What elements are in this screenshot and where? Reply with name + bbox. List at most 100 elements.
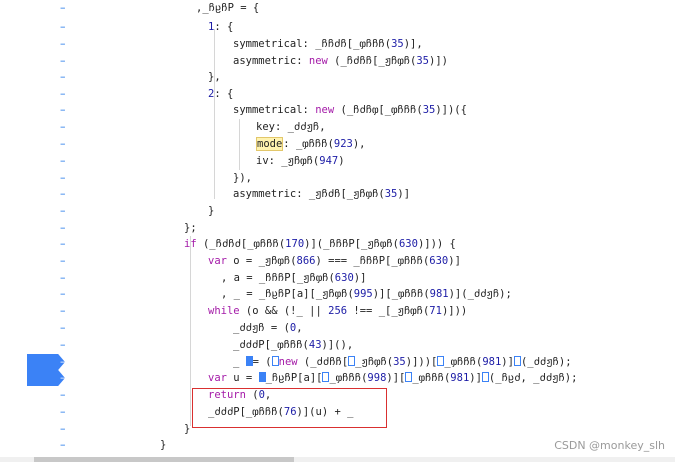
gutter-dash[interactable]: – bbox=[60, 119, 70, 135]
code-line[interactable]: – symmetrical: new (_ჩძჩჶ[_ჶჩჩჩ(35)])({ bbox=[0, 102, 675, 118]
code-token: (_ჩძჩჶ[_ჶჩჩჩ bbox=[334, 104, 417, 116]
keyword-token: var bbox=[208, 255, 227, 267]
number-token: 35 bbox=[393, 356, 406, 368]
number-token: 35 bbox=[391, 38, 404, 50]
breakpoint-marker[interactable]: – bbox=[27, 354, 65, 370]
gutter-dash[interactable]: – bbox=[60, 337, 70, 353]
code-token: )](_ძძჟჩ); bbox=[448, 288, 512, 300]
breakpoint-marker[interactable]: – bbox=[27, 370, 65, 386]
code-token: )](_ჩჩჩP[_ჟჩჶჩ bbox=[304, 238, 393, 250]
code-line[interactable]: –}, bbox=[0, 69, 675, 85]
code-line[interactable]: –}), bbox=[0, 170, 675, 186]
code-text: _ = (new (_ძძჩჩ[_ჟჩჶჩ(35)]))[_ჶჩჩჩ(981)]… bbox=[233, 354, 572, 370]
horizontal-scrollbar[interactable] bbox=[0, 457, 675, 462]
code-line[interactable]: – var u = _ჩჸჩP[a][_ჶჩჩჩ(998)][_ჶჩჩჩ(981)… bbox=[0, 370, 675, 386]
gutter-dash[interactable]: – bbox=[60, 102, 70, 118]
gutter-dash[interactable]: – bbox=[60, 53, 70, 69]
code-line[interactable]: – _ = (new (_ძძჩჩ[_ჟჩჶჩ(35)]))[_ჶჩჩჩ(981)… bbox=[0, 354, 675, 370]
code-line[interactable]: – while (o && (!_ || 256 !== _[_ჟჩჶჩ(71)]… bbox=[0, 303, 675, 319]
code-token: _ჩჩძჩ[_ჶჩჩჩ bbox=[315, 38, 385, 50]
number-token: 170 bbox=[285, 238, 305, 250]
code-token: (o && (!_ || bbox=[239, 305, 329, 317]
code-token: )]))[ bbox=[405, 356, 438, 368]
code-line[interactable]: – if (_ჩძჩძ[_ჶჩჩჩ(170)](_ჩჩჩP[_ჟჩჶჩ(630)]… bbox=[0, 236, 675, 252]
gutter-dash[interactable]: – bbox=[60, 236, 70, 252]
code-token: )], bbox=[403, 38, 423, 50]
code-token: )])) bbox=[441, 305, 468, 317]
inline-breakpoint-outline-icon[interactable] bbox=[513, 356, 521, 366]
gutter-dash[interactable]: – bbox=[60, 136, 70, 152]
code-token: )] bbox=[353, 272, 367, 284]
gutter-dash[interactable]: – bbox=[60, 286, 70, 302]
code-line[interactable]: – , a = _ჩჩჩP[_ჟჩჶჩ(630)] bbox=[0, 270, 675, 286]
number-token: 630 bbox=[334, 272, 354, 284]
gutter-dash[interactable]: – bbox=[60, 320, 70, 336]
inline-breakpoint-outline-icon[interactable] bbox=[481, 372, 489, 382]
gutter-dash[interactable]: – bbox=[60, 19, 70, 35]
code-text: 1: { bbox=[208, 19, 233, 35]
code-line[interactable]: – var o = _ჟჩჶჩ(866) === _ჩჩჩP[_ჶჩჩჩ(630)… bbox=[0, 253, 675, 269]
watermark: CSDN @monkey_slh bbox=[554, 439, 665, 452]
gutter-dash[interactable]: – bbox=[60, 404, 70, 420]
gutter-dash[interactable]: – bbox=[60, 437, 70, 453]
highlighted-token: mode bbox=[256, 137, 284, 151]
code-token: : bbox=[296, 55, 309, 67]
code-line[interactable]: – 2: { bbox=[0, 86, 675, 102]
inline-breakpoint-icon[interactable] bbox=[258, 372, 266, 382]
gutter-dash[interactable]: – bbox=[60, 303, 70, 319]
code-text: while (o && (!_ || 256 !== _[_ჟჩჶჩ(71)])… bbox=[208, 303, 467, 319]
code-line[interactable]: – asymmetric: new (_ჩძჩჩ[_ჟჩჶჩ(35)]) bbox=[0, 53, 675, 69]
gutter-dash[interactable]: – bbox=[60, 153, 70, 169]
gutter-dash[interactable]: – bbox=[60, 387, 70, 403]
gutter-dash[interactable]: – bbox=[60, 270, 70, 286]
code-text: if (_ჩძჩძ[_ჶჩჩჩ(170)](_ჩჩჩP[_ჟჩჶჩ(630)])… bbox=[184, 236, 456, 252]
code-line[interactable]: – , _ = _ჩჸჩP[a][_ჟჩჶჩ(995)][_ჶჩჩჩ(981)](… bbox=[0, 286, 675, 302]
gutter-dash[interactable]: – bbox=[60, 69, 70, 85]
gutter-dash[interactable]: – bbox=[60, 36, 70, 52]
inline-breakpoint-outline-icon[interactable] bbox=[271, 356, 279, 366]
code-line[interactable]: – mode: _ჶჩჩჩ(923), bbox=[0, 136, 675, 152]
code-line[interactable]: – ,_ჩჸჩP = { bbox=[0, 0, 675, 16]
scrollbar-thumb[interactable] bbox=[34, 457, 294, 462]
code-line[interactable]: – asymmetric: _ჟჩძჩ[_ჟჩჶჩ(35)] bbox=[0, 186, 675, 202]
code-line[interactable]: – _ძძჟჩ = (0, bbox=[0, 320, 675, 336]
gutter-dash[interactable]: – bbox=[60, 220, 70, 236]
inline-breakpoint-icon[interactable] bbox=[245, 356, 253, 366]
code-text: var u = _ჩჸჩP[a][_ჶჩჩჩ(998)][_ჶჩჩჩ(981)]… bbox=[208, 370, 577, 386]
gutter-dash[interactable]: – bbox=[60, 86, 70, 102]
code-token: _ჟჩჶჩ bbox=[355, 356, 387, 368]
gutter-dash[interactable]: – bbox=[60, 203, 70, 219]
gutter-dash[interactable]: – bbox=[60, 421, 70, 437]
code-line[interactable]: – iv: _ჟჩჶჩ(947) bbox=[0, 153, 675, 169]
code-token: (_ძძჩჩ[ bbox=[297, 356, 349, 368]
code-token: (_ძძჟჩ); bbox=[520, 356, 572, 368]
code-token: _ჶჩჩჩ bbox=[444, 356, 476, 368]
code-token: : _ჟჩჶჩ bbox=[268, 155, 313, 167]
code-line[interactable]: – 1: { bbox=[0, 19, 675, 35]
gutter-dash[interactable]: – bbox=[60, 0, 70, 16]
code-line[interactable]: – symmetrical: _ჩჩძჩ[_ჶჩჩჩ(35)], bbox=[0, 36, 675, 52]
gutter-dash[interactable]: – bbox=[60, 170, 70, 186]
code-line[interactable]: – _ძძძP[_ჶჩჩჩ(43)](), bbox=[0, 337, 675, 353]
number-token: 630 bbox=[398, 238, 418, 250]
code-token: : _ჶჩჩჩ bbox=[283, 138, 328, 150]
code-token: symmetrical bbox=[233, 104, 303, 116]
code-token: _ჶჩჩჩ bbox=[412, 372, 444, 384]
indent-guide bbox=[214, 29, 215, 199]
code-token: }), bbox=[233, 172, 252, 184]
number-token: 923 bbox=[333, 138, 353, 150]
code-text: symmetrical: _ჩჩძჩ[_ჶჩჩჩ(35)], bbox=[233, 36, 423, 52]
gutter-dash[interactable]: – bbox=[60, 186, 70, 202]
number-token: 981 bbox=[482, 356, 502, 368]
code-line[interactable]: – key: _ძძჟჩ, bbox=[0, 119, 675, 135]
code-text: }), bbox=[233, 170, 252, 186]
highlight-box bbox=[192, 388, 387, 428]
number-token: 256 bbox=[328, 305, 348, 317]
code-token: : { bbox=[214, 21, 234, 33]
code-line[interactable]: –} bbox=[0, 203, 675, 219]
gutter-dash[interactable]: – bbox=[60, 253, 70, 269]
number-token: 630 bbox=[429, 255, 449, 267]
code-line[interactable]: –}; bbox=[0, 220, 675, 236]
code-token: , a = _ჩჩჩP[_ჟჩჶჩ bbox=[221, 272, 329, 284]
code-token: )] bbox=[448, 255, 461, 267]
